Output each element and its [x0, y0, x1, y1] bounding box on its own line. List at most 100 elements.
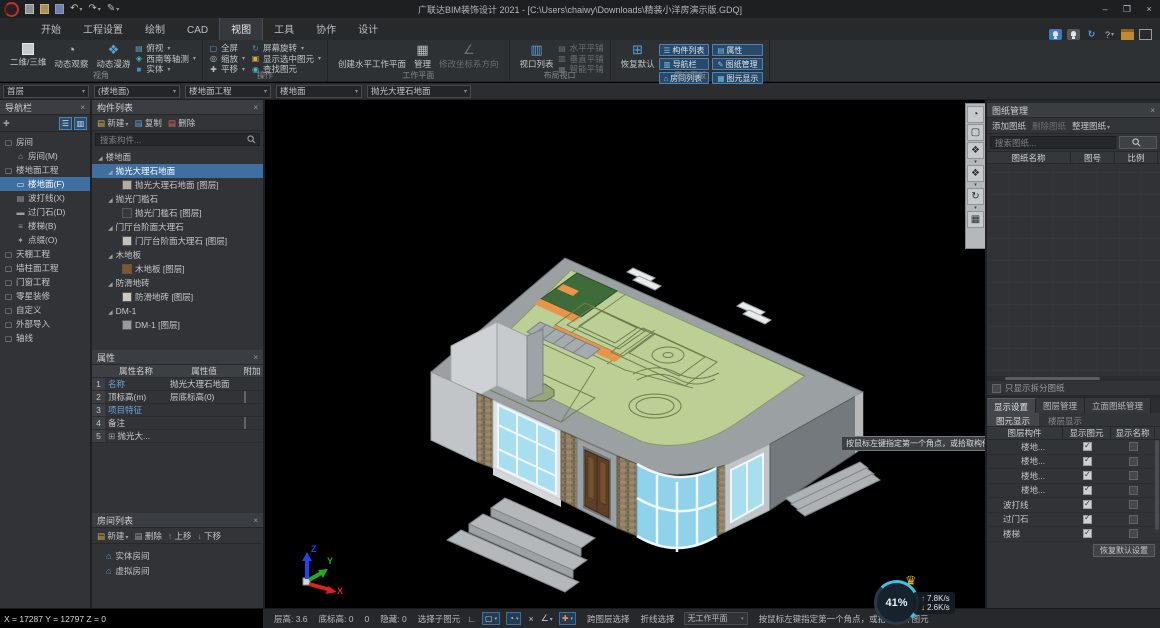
tab-elevation-drawing-mgmt[interactable]: 立面图纸管理 [1085, 398, 1151, 413]
category-dropdown[interactable]: (楼地面) [94, 85, 180, 98]
prop-row-top-elev[interactable]: 2 顶标高(m) 层底标高(0) [92, 391, 263, 404]
project-dropdown[interactable]: 楼地面工程 [185, 85, 271, 98]
tab-tools[interactable]: 工具 [263, 17, 305, 40]
show-name-checkbox[interactable] [1129, 500, 1138, 509]
tab-layer-mgmt[interactable]: 图层管理 [1036, 398, 1085, 413]
btn-orbit[interactable]: ◔ 动态观察 [50, 42, 92, 71]
new-file-icon[interactable] [25, 4, 34, 14]
prop-row-remark[interactable]: 4 备注 [92, 417, 263, 430]
show-name-checkbox[interactable] [1129, 457, 1138, 466]
nav-group-floor[interactable]: ▢楼地面工程 [0, 163, 90, 177]
pen-icon[interactable]: ✎ [107, 2, 119, 17]
prop-row-feature[interactable]: 3 项目特征 [92, 404, 263, 417]
nav-group-room[interactable]: ▢房间 [0, 135, 90, 149]
comp-item-wood-floor[interactable]: 木地板 [92, 248, 263, 262]
room-item-solid[interactable]: ⌂实体房间 [92, 548, 263, 563]
nav-item-floor[interactable]: ▭楼地面(F) [0, 177, 90, 191]
room-new-button[interactable]: ▤ 新建 [97, 530, 128, 542]
room-move-down-button[interactable]: ↓ 下移 [198, 530, 222, 542]
nav-item-room[interactable]: ⌂房间(M) [0, 149, 90, 163]
nav-group-door-window[interactable]: ▢门窗工程 [0, 275, 90, 289]
nav-group-ceiling[interactable]: ▢天棚工程 [0, 247, 90, 261]
user-offline-icon[interactable] [1067, 29, 1080, 40]
toggle-drawing-mgmt[interactable]: ✎图纸管理 [712, 58, 763, 70]
nav-group-custom[interactable]: ▢自定义 [0, 303, 90, 317]
comp-layer-antislip-tile[interactable]: 防滑地砖 [图层] [92, 290, 263, 304]
crown-icon[interactable]: ♛ [905, 573, 917, 589]
user-account-icon[interactable] [1049, 29, 1062, 40]
display-row[interactable]: 楼地... [987, 469, 1160, 484]
comp-layer-step-marble[interactable]: 门厅台阶面大理石 [图层] [92, 234, 263, 248]
nav-item-stairs[interactable]: ≡楼梯(B) [0, 219, 90, 233]
display-row[interactable]: 楼梯 [987, 527, 1160, 542]
nav-list-view-icon[interactable]: ☰ [59, 117, 72, 130]
tab-start[interactable]: 开始 [30, 17, 72, 40]
toggle-navbar[interactable]: ▥导航栏 [659, 58, 710, 70]
display-row[interactable]: 波打线 [987, 498, 1160, 513]
tab-collaborate[interactable]: 协作 [305, 17, 347, 40]
drawing-search-input[interactable]: 搜索图纸... [990, 136, 1116, 149]
nav-item-threshold[interactable]: ▬过门石(D) [0, 205, 90, 219]
comp-item-threshold-stone[interactable]: 抛光门槛石 [92, 192, 263, 206]
floor-dropdown[interactable]: 首层 [3, 85, 89, 98]
attach-checkbox[interactable] [244, 417, 246, 429]
comp-item-dm1[interactable]: DM-1 [92, 304, 263, 318]
btn-2d3d[interactable]: 二维/三维 [6, 42, 50, 69]
component-search-input[interactable]: 搜索构件... [95, 133, 260, 146]
show-name-checkbox[interactable] [1129, 442, 1138, 451]
show-name-checkbox[interactable] [1129, 529, 1138, 538]
nav-pin-icon[interactable]: ✚ [3, 119, 10, 128]
cross-layer-select-toggle[interactable]: 跨图层选择 [587, 613, 630, 625]
drawing-close-icon[interactable]: × [1150, 106, 1155, 115]
organize-drawing-button[interactable]: 整理图纸 [1072, 120, 1110, 132]
show-name-checkbox[interactable] [1129, 486, 1138, 495]
save-icon[interactable] [55, 4, 64, 14]
display-row[interactable]: 楼地... [987, 455, 1160, 470]
component-dropdown[interactable]: 抛光大理石地面 [367, 85, 471, 98]
drawing-hscrollbar[interactable] [987, 376, 1160, 381]
nav-panel-view-icon[interactable]: ▥ [74, 117, 87, 130]
room-delete-button[interactable]: ▤ 删除 [134, 530, 161, 542]
redo-icon[interactable]: ↷ [88, 2, 100, 17]
comp-layer-dm1[interactable]: DM-1 [图层] [92, 318, 263, 332]
only-split-checkbox[interactable] [992, 384, 1001, 393]
comp-item-marble-floor[interactable]: 抛光大理石地面 [92, 164, 263, 178]
room-close-icon[interactable]: × [253, 516, 258, 525]
nav-group-wall[interactable]: ▢墙柱面工程 [0, 261, 90, 275]
viewport-2d-button[interactable]: ▢ [967, 124, 984, 141]
sync-icon[interactable]: ↻ [1085, 29, 1098, 40]
btn-viewport-list[interactable]: ▥ 视口列表 [516, 42, 558, 71]
show-element-checkbox[interactable] [1083, 500, 1092, 509]
display-row[interactable]: 过门石 [987, 513, 1160, 528]
nav-item-accent[interactable]: ✦点缀(O) [0, 233, 90, 247]
add-select-mode-button[interactable]: ✚ [559, 612, 576, 625]
btn-create-workplane[interactable]: 创建水平工作平面 [334, 42, 410, 71]
toggle-component-list[interactable]: ☰构件列表 [659, 44, 710, 56]
toggle-properties[interactable]: ▤属性 [712, 44, 763, 56]
box-select-mode-button[interactable]: ▢ [482, 612, 500, 625]
show-element-checkbox[interactable] [1083, 515, 1092, 524]
show-element-checkbox[interactable] [1083, 442, 1092, 451]
properties-close-icon[interactable]: × [253, 353, 258, 362]
add-drawing-button[interactable]: 添加图纸 [992, 120, 1026, 132]
monitor-icon[interactable] [1139, 29, 1152, 40]
workplane-dropdown[interactable]: 无工作平面 [684, 612, 748, 625]
component-new-button[interactable]: ▤ 新建 [97, 117, 128, 129]
nav-item-border-line[interactable]: ▤波打线(X) [0, 191, 90, 205]
nav-group-import[interactable]: ▢外部导入 [0, 317, 90, 331]
only-split-checkbox-row[interactable]: 只显示拆分图纸 [987, 381, 1160, 395]
drawing-col-no[interactable]: 图号 [1071, 152, 1115, 163]
caret-down-icon[interactable]: ▾ [974, 183, 977, 187]
tab-display-settings[interactable]: 显示设置 [987, 398, 1036, 413]
prop-row-expand[interactable]: 5 ⊞ 抛光大... [92, 430, 263, 443]
btn-walkthrough[interactable]: ❖ 动态漫游 [92, 42, 134, 71]
room-move-up-button[interactable]: ↑ 上移 [168, 530, 192, 542]
show-name-checkbox[interactable] [1129, 515, 1138, 524]
sphere-select-mode-button[interactable]: ◔ [506, 612, 521, 625]
viewport-grid-button[interactable]: ▦ [967, 211, 984, 228]
show-name-checkbox[interactable] [1129, 471, 1138, 480]
display-row[interactable]: 楼地... [987, 440, 1160, 455]
type-dropdown[interactable]: 楼地面 [276, 85, 362, 98]
gift-icon[interactable] [1121, 29, 1134, 40]
component-copy-button[interactable]: ▤ 复制 [134, 117, 161, 129]
